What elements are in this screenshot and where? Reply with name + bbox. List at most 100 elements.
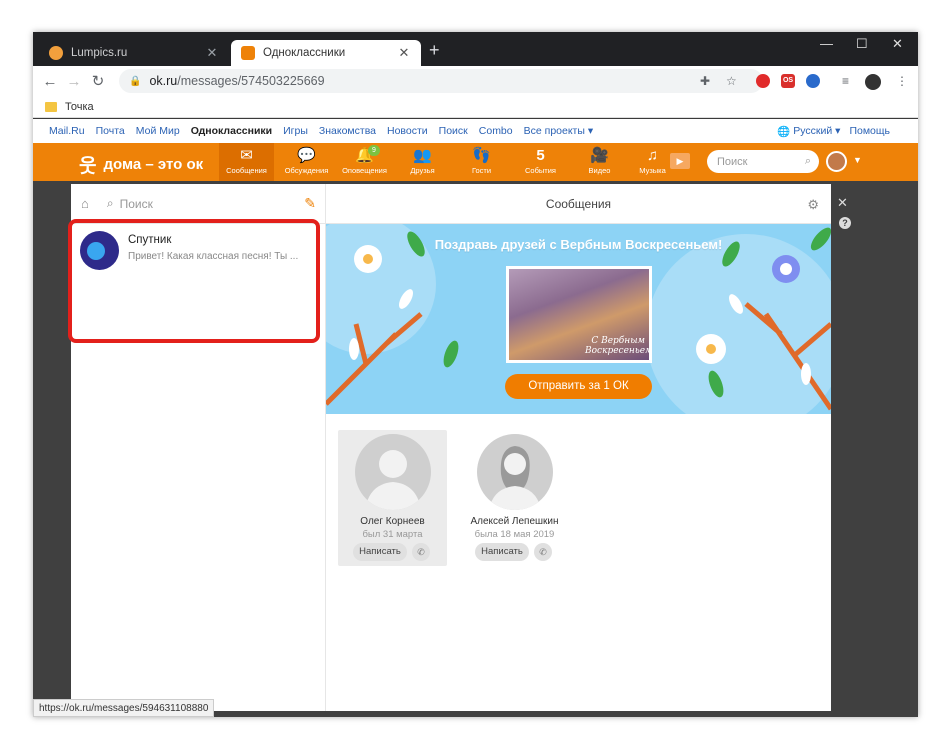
help-link[interactable]: Помощь: [849, 125, 890, 137]
friends-icon: 👥: [413, 147, 432, 164]
portal-link[interactable]: Новости: [387, 125, 428, 137]
new-tab-icon[interactable]: +: [429, 41, 440, 59]
suggested-contact-card[interactable]: Алексей Лепешкин была 18 мая 2019 Написа…: [460, 430, 569, 566]
address-bar[interactable]: 🔒 ok.ru/messages/574503225669: [119, 69, 763, 93]
page-area: ⌂ ⌕ Поиск ✎ Спутник Привет! Какая классн…: [33, 181, 918, 717]
chat-bubbles-icon: 💬: [297, 147, 316, 164]
home-icon[interactable]: ⌂: [81, 196, 89, 211]
reading-list-icon[interactable]: ≡: [842, 74, 849, 88]
maximize-icon[interactable]: ☐: [856, 36, 868, 52]
forward-icon[interactable]: →: [62, 73, 86, 90]
globe-extension-icon[interactable]: [806, 74, 820, 88]
ok-favicon-icon: [241, 46, 255, 60]
footprints-icon: 👣: [472, 147, 491, 164]
conversations-column: ⌂ ⌕ Поиск ✎ Спутник Привет! Какая классн…: [68, 184, 326, 711]
tab-title: Lumpics.ru: [71, 47, 128, 59]
tab-title: Одноклассники: [263, 47, 346, 59]
tab-lumpics[interactable]: Lumpics.ru ✕: [39, 40, 229, 66]
adblock-icon[interactable]: [756, 74, 770, 88]
envelope-icon: ✉: [240, 147, 253, 164]
ok-logo[interactable]: 웃 дома – это ок: [79, 151, 203, 178]
write-button[interactable]: Написать: [353, 543, 407, 561]
search-icon: ⌕: [106, 196, 114, 210]
back-icon[interactable]: ←: [38, 73, 62, 90]
portal-link[interactable]: Почта: [96, 125, 125, 137]
portal-link-current[interactable]: Одноклассники: [191, 125, 272, 137]
contact-name[interactable]: Алексей Лепешкин: [460, 516, 569, 527]
minimize-icon[interactable]: —: [820, 36, 833, 51]
bell-icon: 🔔: [355, 147, 374, 164]
menu-kebab-icon[interactable]: ⋮: [896, 74, 908, 88]
profile-avatar[interactable]: [865, 74, 881, 90]
portal-link-all-projects[interactable]: Все проекты ▾: [524, 125, 593, 137]
chat-title: Сообщения: [326, 184, 831, 224]
portal-link[interactable]: Игры: [283, 125, 308, 137]
language-select[interactable]: Русский ▾: [793, 125, 840, 137]
close-icon[interactable]: ✕: [397, 45, 411, 61]
phone-icon[interactable]: ✆: [412, 543, 430, 561]
portal-link[interactable]: Mail.Ru: [49, 125, 85, 137]
avatar: [355, 434, 431, 510]
os-extension-icon[interactable]: OS: [781, 74, 795, 88]
globe-icon: 🌐: [777, 125, 791, 138]
bookmark-tochka[interactable]: Точка: [65, 101, 94, 113]
contact-name[interactable]: Олег Корнеев: [338, 516, 447, 527]
contact-last-seen: был 31 марта: [362, 529, 423, 540]
nav-label: Видео: [588, 166, 611, 175]
conversation-search-input[interactable]: Поиск: [120, 197, 305, 211]
nav-friends[interactable]: 👥 Друзья: [395, 143, 450, 181]
tab-strip: Lumpics.ru ✕ Одноклассники ✕ + — ☐ ✕: [33, 32, 918, 66]
bookmarks-bar: Точка: [33, 96, 918, 118]
nav-label: Сообщения: [226, 166, 267, 175]
help-icon[interactable]: ?: [839, 217, 851, 229]
messages-panel: ⌂ ⌕ Поиск ✎ Спутник Привет! Какая классн…: [68, 184, 831, 711]
portal-link[interactable]: Знакомства: [319, 125, 376, 137]
contact-last-seen: была 18 мая 2019: [474, 529, 555, 540]
portal-link[interactable]: Combo: [479, 125, 513, 137]
compose-icon[interactable]: ✎: [304, 195, 316, 212]
nav-events[interactable]: 5 События: [513, 143, 568, 181]
portal-link[interactable]: Поиск: [439, 125, 468, 137]
nav-messages[interactable]: ✉ Сообщения: [219, 143, 274, 181]
video-camera-icon: 🎥: [590, 147, 609, 164]
chevron-down-icon[interactable]: ▼: [853, 155, 862, 165]
ok-logo-icon: 웃: [79, 156, 97, 177]
reload-icon[interactable]: ↻: [86, 72, 110, 90]
portal-link[interactable]: Мой Мир: [136, 125, 180, 137]
user-avatar[interactable]: [826, 151, 847, 172]
conversation-search-bar: ⌂ ⌕ Поиск ✎: [71, 184, 326, 224]
nav-label: События: [525, 166, 556, 175]
ok-search-placeholder: Поиск: [717, 155, 748, 168]
bookmark-star-icon[interactable]: ☆: [726, 74, 737, 88]
chat-column: Сообщения ⚙ Поздравь друзей с Вербным Во…: [326, 184, 831, 711]
banner-card-image[interactable]: С Вербным Воскресеньем: [506, 266, 653, 363]
nav-guests[interactable]: 👣 Гости: [454, 143, 509, 181]
send-gift-button[interactable]: Отправить за 1 ОК: [505, 374, 652, 399]
tab-odnoklassniki[interactable]: Одноклассники ✕: [231, 40, 421, 66]
folder-icon: [45, 101, 57, 112]
window-close-icon[interactable]: ✕: [892, 36, 903, 52]
nav-label: Друзья: [410, 166, 435, 175]
portal-right: 🌐 Русский ▾ Помощь: [777, 125, 890, 138]
nav-notifications[interactable]: 🔔 Оповещения 9: [337, 143, 392, 181]
music-play-icon[interactable]: ▶: [670, 153, 690, 169]
lock-icon: 🔒: [129, 75, 142, 87]
write-button[interactable]: Написать: [475, 543, 529, 561]
lumpics-favicon-icon: [49, 46, 63, 60]
close-icon[interactable]: ✕: [205, 45, 219, 61]
nav-discussions[interactable]: 💬 Обсуждения: [279, 143, 334, 181]
banner-title: Поздравь друзей с Вербным Воскресеньем!: [434, 237, 723, 252]
female-silhouette-icon: [489, 446, 541, 510]
browser-window: Lumpics.ru ✕ Одноклассники ✕ + — ☐ ✕ ← →…: [33, 32, 918, 717]
ok-search-input[interactable]: Поиск ⌕: [707, 150, 819, 173]
gear-icon[interactable]: ⚙: [807, 197, 819, 213]
male-silhouette-icon: [365, 450, 421, 510]
phone-icon[interactable]: ✆: [534, 543, 552, 561]
close-panel-icon[interactable]: ✕: [837, 195, 848, 211]
suggested-contact-card[interactable]: Олег Корнеев был 31 марта Написать ✆: [338, 430, 447, 566]
ok-slogan: дома – это ок: [103, 156, 204, 173]
extension-puzzle-icon[interactable]: ✚: [700, 74, 710, 88]
search-icon: ⌕: [804, 155, 811, 167]
banner-card-caption: С Вербным Воскресеньем: [585, 336, 653, 356]
nav-video[interactable]: 🎥 Видео: [572, 143, 627, 181]
